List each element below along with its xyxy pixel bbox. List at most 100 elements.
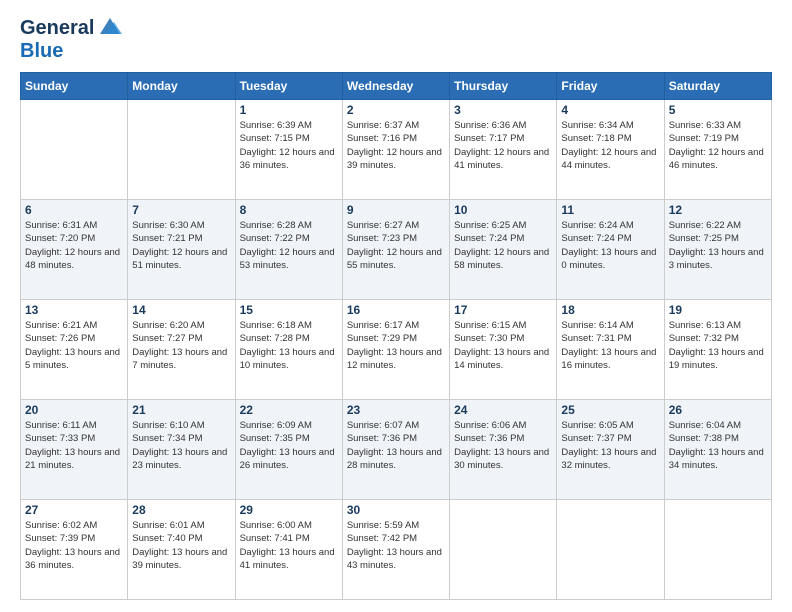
day-info: Sunrise: 6:34 AM Sunset: 7:18 PM Dayligh…	[561, 119, 659, 172]
calendar-cell: 20 Sunrise: 6:11 AM Sunset: 7:33 PM Dayli…	[21, 400, 128, 500]
day-of-week-header: Saturday	[664, 73, 771, 100]
calendar-cell: 4 Sunrise: 6:34 AM Sunset: 7:18 PM Daylig…	[557, 100, 664, 200]
calendar-cell: 8Sunrise: 6:28 AM Sunset: 7:22 PM Daylig…	[235, 200, 342, 300]
day-info: Sunrise: 6:27 AM Sunset: 7:23 PM Dayligh…	[347, 219, 445, 272]
day-number: 17	[454, 303, 552, 317]
day-number: 26	[669, 403, 767, 417]
calendar-cell: 26 Sunrise: 6:04 AM Sunset: 7:38 PM Dayli…	[664, 400, 771, 500]
day-number: 5	[669, 103, 767, 117]
calendar-cell	[557, 500, 664, 600]
day-number: 13	[25, 303, 123, 317]
day-of-week-header: Monday	[128, 73, 235, 100]
header: General Blue	[20, 16, 772, 62]
day-number: 4	[561, 103, 659, 117]
day-info: Sunrise: 6:31 AM Sunset: 7:20 PM Dayligh…	[25, 219, 123, 272]
day-number: 28	[132, 503, 230, 517]
calendar-cell: 9 Sunrise: 6:27 AM Sunset: 7:23 PM Daylig…	[342, 200, 449, 300]
day-number: 30	[347, 503, 445, 517]
day-info: Sunrise: 6:25 AM Sunset: 7:24 PM Dayligh…	[454, 219, 552, 272]
calendar-cell: 5 Sunrise: 6:33 AM Sunset: 7:19 PM Daylig…	[664, 100, 771, 200]
calendar-cell: 25 Sunrise: 6:05 AM Sunset: 7:37 PM Dayli…	[557, 400, 664, 500]
calendar: SundayMondayTuesdayWednesdayThursdayFrid…	[20, 72, 772, 600]
days-of-week-row: SundayMondayTuesdayWednesdayThursdayFrid…	[21, 73, 772, 100]
day-number: 18	[561, 303, 659, 317]
day-of-week-header: Sunday	[21, 73, 128, 100]
day-info: Sunrise: 6:13 AM Sunset: 7:32 PM Dayligh…	[669, 319, 767, 372]
calendar-cell	[450, 500, 557, 600]
day-info: Sunrise: 6:04 AM Sunset: 7:38 PM Dayligh…	[669, 419, 767, 472]
day-number: 20	[25, 403, 123, 417]
day-number: 3	[454, 103, 552, 117]
calendar-week-row: 6 Sunrise: 6:31 AM Sunset: 7:20 PM Daylig…	[21, 200, 772, 300]
day-number: 7	[132, 203, 230, 217]
calendar-cell: 17 Sunrise: 6:15 AM Sunset: 7:30 PM Dayli…	[450, 300, 557, 400]
day-number: 9	[347, 203, 445, 217]
day-of-week-header: Wednesday	[342, 73, 449, 100]
day-number: 14	[132, 303, 230, 317]
calendar-cell: 28 Sunrise: 6:01 AM Sunset: 7:40 PM Dayli…	[128, 500, 235, 600]
calendar-cell: 2 Sunrise: 6:37 AM Sunset: 7:16 PM Daylig…	[342, 100, 449, 200]
logo-icon	[96, 12, 124, 40]
calendar-cell	[21, 100, 128, 200]
day-info: Sunrise: 6:18 AM Sunset: 7:28 PM Dayligh…	[240, 319, 338, 372]
day-number: 24	[454, 403, 552, 417]
day-number: 19	[669, 303, 767, 317]
calendar-cell: 3 Sunrise: 6:36 AM Sunset: 7:17 PM Daylig…	[450, 100, 557, 200]
day-number: 27	[25, 503, 123, 517]
calendar-cell: 29Sunrise: 6:00 AM Sunset: 7:41 PM Dayli…	[235, 500, 342, 600]
calendar-cell	[128, 100, 235, 200]
calendar-week-row: 13Sunrise: 6:21 AM Sunset: 7:26 PM Dayli…	[21, 300, 772, 400]
calendar-cell: 24Sunrise: 6:06 AM Sunset: 7:36 PM Dayli…	[450, 400, 557, 500]
day-of-week-header: Tuesday	[235, 73, 342, 100]
page: General Blue SundayMondayTuesdayWednesda…	[0, 0, 792, 612]
calendar-cell: 1 Sunrise: 6:39 AM Sunset: 7:15 PM Daylig…	[235, 100, 342, 200]
day-number: 21	[132, 403, 230, 417]
day-info: Sunrise: 6:33 AM Sunset: 7:19 PM Dayligh…	[669, 119, 767, 172]
day-number: 15	[240, 303, 338, 317]
calendar-week-row: 1 Sunrise: 6:39 AM Sunset: 7:15 PM Daylig…	[21, 100, 772, 200]
logo: General Blue	[20, 16, 124, 62]
day-of-week-header: Thursday	[450, 73, 557, 100]
day-of-week-header: Friday	[557, 73, 664, 100]
day-info: Sunrise: 6:37 AM Sunset: 7:16 PM Dayligh…	[347, 119, 445, 172]
day-number: 1	[240, 103, 338, 117]
calendar-cell: 14 Sunrise: 6:20 AM Sunset: 7:27 PM Dayli…	[128, 300, 235, 400]
day-info: Sunrise: 6:24 AM Sunset: 7:24 PM Dayligh…	[561, 219, 659, 272]
calendar-cell: 13Sunrise: 6:21 AM Sunset: 7:26 PM Dayli…	[21, 300, 128, 400]
day-info: Sunrise: 6:30 AM Sunset: 7:21 PM Dayligh…	[132, 219, 230, 272]
day-info: Sunrise: 6:05 AM Sunset: 7:37 PM Dayligh…	[561, 419, 659, 472]
calendar-cell: 6 Sunrise: 6:31 AM Sunset: 7:20 PM Daylig…	[21, 200, 128, 300]
calendar-cell: 23Sunrise: 6:07 AM Sunset: 7:36 PM Dayli…	[342, 400, 449, 500]
day-info: Sunrise: 6:09 AM Sunset: 7:35 PM Dayligh…	[240, 419, 338, 472]
day-info: Sunrise: 6:11 AM Sunset: 7:33 PM Dayligh…	[25, 419, 123, 472]
calendar-cell: 30 Sunrise: 5:59 AM Sunset: 7:42 PM Dayli…	[342, 500, 449, 600]
day-info: Sunrise: 6:00 AM Sunset: 7:41 PM Dayligh…	[240, 519, 338, 572]
day-info: Sunrise: 6:17 AM Sunset: 7:29 PM Dayligh…	[347, 319, 445, 372]
calendar-cell: 22 Sunrise: 6:09 AM Sunset: 7:35 PM Dayli…	[235, 400, 342, 500]
day-info: Sunrise: 6:36 AM Sunset: 7:17 PM Dayligh…	[454, 119, 552, 172]
calendar-cell: 7 Sunrise: 6:30 AM Sunset: 7:21 PM Daylig…	[128, 200, 235, 300]
day-number: 12	[669, 203, 767, 217]
day-number: 6	[25, 203, 123, 217]
calendar-cell: 10Sunrise: 6:25 AM Sunset: 7:24 PM Dayli…	[450, 200, 557, 300]
day-info: Sunrise: 6:01 AM Sunset: 7:40 PM Dayligh…	[132, 519, 230, 572]
day-number: 25	[561, 403, 659, 417]
day-number: 22	[240, 403, 338, 417]
calendar-week-row: 20 Sunrise: 6:11 AM Sunset: 7:33 PM Dayli…	[21, 400, 772, 500]
day-info: Sunrise: 6:14 AM Sunset: 7:31 PM Dayligh…	[561, 319, 659, 372]
calendar-cell	[664, 500, 771, 600]
calendar-cell: 11Sunrise: 6:24 AM Sunset: 7:24 PM Dayli…	[557, 200, 664, 300]
calendar-body: 1 Sunrise: 6:39 AM Sunset: 7:15 PM Daylig…	[21, 100, 772, 600]
logo-general: General	[20, 17, 94, 39]
calendar-cell: 15 Sunrise: 6:18 AM Sunset: 7:28 PM Dayli…	[235, 300, 342, 400]
day-number: 8	[240, 203, 338, 217]
day-info: Sunrise: 6:15 AM Sunset: 7:30 PM Dayligh…	[454, 319, 552, 372]
calendar-cell: 18 Sunrise: 6:14 AM Sunset: 7:31 PM Dayli…	[557, 300, 664, 400]
day-info: Sunrise: 6:39 AM Sunset: 7:15 PM Dayligh…	[240, 119, 338, 172]
calendar-week-row: 27Sunrise: 6:02 AM Sunset: 7:39 PM Dayli…	[21, 500, 772, 600]
day-info: Sunrise: 5:59 AM Sunset: 7:42 PM Dayligh…	[347, 519, 445, 572]
day-number: 23	[347, 403, 445, 417]
day-info: Sunrise: 6:20 AM Sunset: 7:27 PM Dayligh…	[132, 319, 230, 372]
day-info: Sunrise: 6:22 AM Sunset: 7:25 PM Dayligh…	[669, 219, 767, 272]
day-number: 2	[347, 103, 445, 117]
